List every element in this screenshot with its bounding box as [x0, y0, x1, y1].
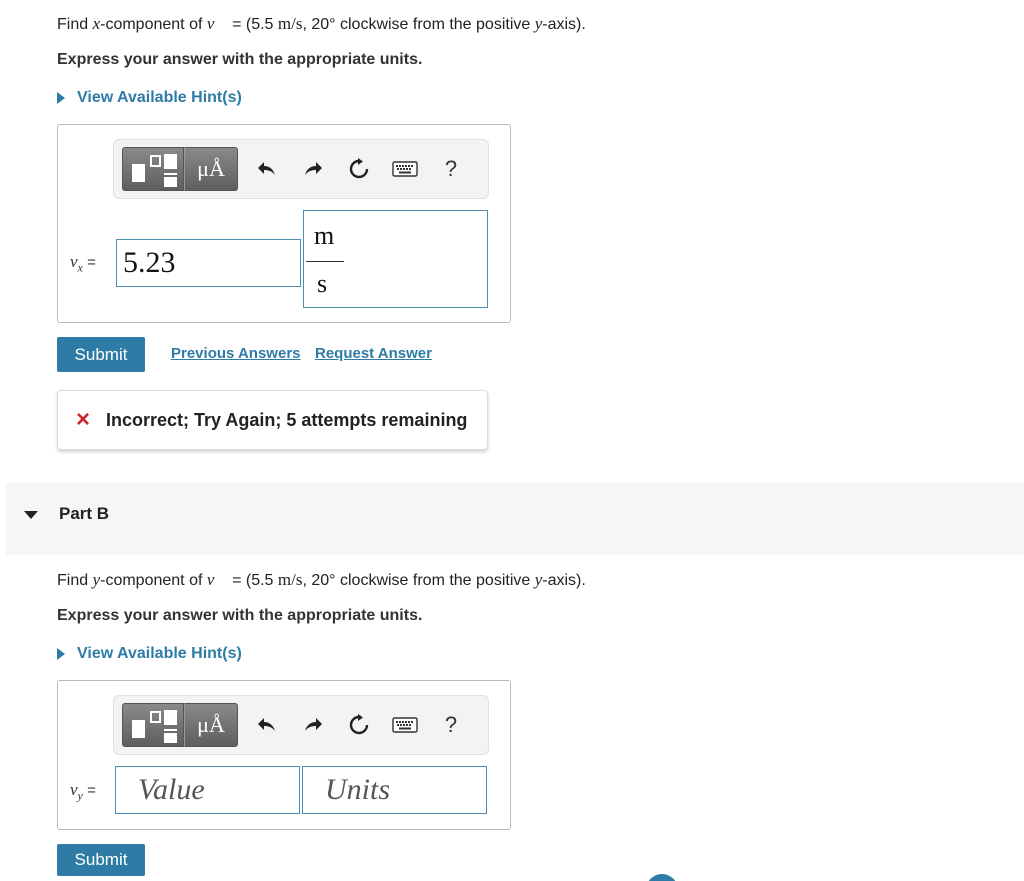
templates-icon[interactable] — [122, 147, 184, 191]
collapse-triangle-icon — [24, 511, 38, 519]
part-b-hint-toggle[interactable]: View Available Hint(s) — [57, 645, 242, 663]
part-a-variable-label: vx = — [70, 252, 96, 275]
part-a-submit-button[interactable]: Submit — [57, 337, 145, 372]
symbols-button[interactable]: μÅ — [184, 147, 238, 191]
part-a-units-input[interactable]: m s — [303, 210, 488, 308]
request-answer-link[interactable]: Request Answer — [315, 345, 432, 362]
help-button[interactable]: ? — [428, 147, 474, 191]
part-a-hint-toggle[interactable]: View Available Hint(s) — [57, 89, 242, 107]
fraction-bar — [306, 261, 344, 262]
keyboard-icon[interactable] — [382, 147, 428, 191]
redo-icon[interactable] — [290, 703, 336, 747]
part-b-units-input[interactable]: Units — [302, 766, 487, 814]
part-b-submit-button[interactable]: Submit — [57, 844, 145, 876]
previous-answers-link[interactable]: Previous Answers — [171, 345, 301, 362]
unit-numerator: m — [314, 221, 335, 250]
reset-icon[interactable] — [336, 147, 382, 191]
hint-label: View Available Hint(s) — [77, 645, 242, 662]
part-b-variable-label: vy = — [70, 780, 96, 803]
part-b-toolbar: μÅ ? — [113, 695, 489, 755]
floating-action-button[interactable] — [646, 874, 678, 881]
units-placeholder: Units — [325, 773, 391, 806]
value-placeholder: Value — [138, 773, 205, 806]
part-b-value-input[interactable]: Value — [115, 766, 300, 814]
undo-icon[interactable] — [244, 147, 290, 191]
unit-denominator: s — [317, 269, 328, 298]
part-b-question: Find y-component of v⃗ = (5.5 m/s, 20° c… — [57, 570, 586, 589]
feedback-message: Incorrect; Try Again; 5 attempts remaini… — [106, 409, 468, 430]
symbols-button[interactable]: μÅ — [184, 703, 238, 747]
help-button[interactable]: ? — [428, 703, 474, 747]
part-a-toolbar: μÅ ? — [113, 139, 489, 199]
part-b-instruction: Express your answer with the appropriate… — [57, 607, 423, 624]
feedback-box: × Incorrect; Try Again; 5 attempts remai… — [57, 390, 488, 450]
error-x-icon: × — [76, 406, 91, 433]
expand-triangle-icon — [57, 648, 65, 660]
keyboard-icon[interactable] — [382, 703, 428, 747]
part-b-title: Part B — [59, 504, 110, 523]
part-a-value-input[interactable]: 5.23 — [116, 239, 301, 287]
undo-icon[interactable] — [244, 703, 290, 747]
redo-icon[interactable] — [290, 147, 336, 191]
templates-icon[interactable] — [122, 703, 184, 747]
value-text: 5.23 — [123, 246, 176, 279]
part-b-header[interactable]: Part B — [6, 483, 1024, 555]
reset-icon[interactable] — [336, 703, 382, 747]
expand-triangle-icon — [57, 92, 65, 104]
part-a-question: Find x-component of v⃗ = (5.5 m/s, 20° c… — [57, 14, 586, 33]
part-a-instruction: Express your answer with the appropriate… — [57, 51, 423, 68]
hint-label: View Available Hint(s) — [77, 89, 242, 106]
